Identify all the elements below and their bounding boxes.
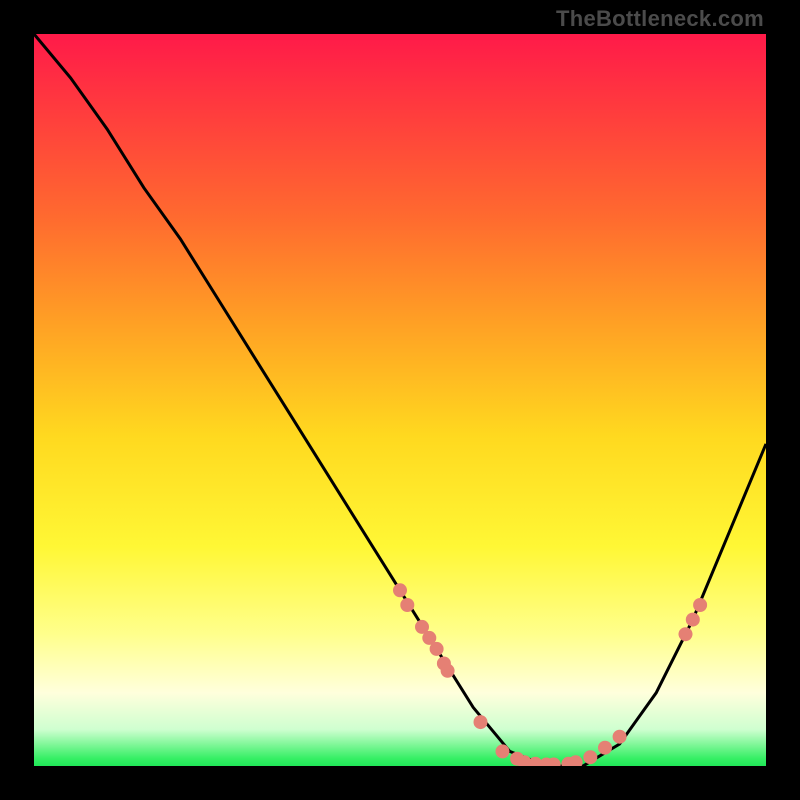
curve-marker <box>693 598 707 612</box>
curve-marker <box>400 598 414 612</box>
curve-marker <box>613 730 627 744</box>
bottleneck-curve-line <box>34 34 766 766</box>
curve-marker <box>430 642 444 656</box>
bottleneck-curve-plot <box>34 34 766 766</box>
chart-frame <box>34 34 766 766</box>
watermark-text: TheBottleneck.com <box>556 6 764 32</box>
curve-marker <box>583 750 597 764</box>
curve-marker <box>569 755 583 766</box>
curve-marker <box>496 744 510 758</box>
curve-marker <box>393 583 407 597</box>
curve-marker <box>598 741 612 755</box>
curve-marker <box>686 613 700 627</box>
curve-marker <box>441 664 455 678</box>
curve-marker <box>474 715 488 729</box>
bottleneck-curve-markers <box>393 583 707 766</box>
curve-marker <box>679 627 693 641</box>
